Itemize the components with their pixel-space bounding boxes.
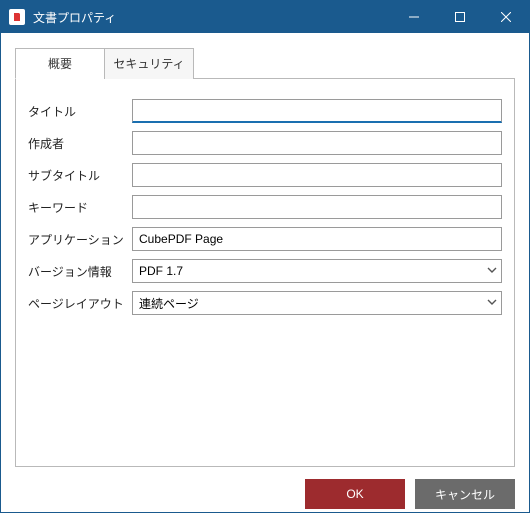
application-label: アプリケーション xyxy=(28,231,132,248)
tab-bar: 概要 セキュリティ xyxy=(15,47,515,79)
minimize-button[interactable] xyxy=(391,1,437,33)
titlebar: 文書プロパティ xyxy=(1,1,529,33)
app-icon xyxy=(9,9,25,25)
tab-overview[interactable]: 概要 xyxy=(15,48,105,79)
overview-panel: タイトル 作成者 サブタイトル キーワード アプリケーション xyxy=(15,79,515,467)
tab-security-label: セキュリティ xyxy=(113,57,184,71)
chevron-down-icon xyxy=(487,296,497,310)
keyword-input[interactable] xyxy=(132,195,502,219)
cancel-button[interactable]: キャンセル xyxy=(415,479,515,509)
maximize-button[interactable] xyxy=(437,1,483,33)
subtitle-label: サブタイトル xyxy=(28,167,132,184)
button-bar: OK キャンセル xyxy=(1,467,529,523)
layout-select[interactable]: 連続ページ xyxy=(132,291,502,315)
ok-button-label: OK xyxy=(346,487,363,501)
keyword-label: キーワード xyxy=(28,199,132,216)
tab-overview-label: 概要 xyxy=(48,57,72,71)
cancel-button-label: キャンセル xyxy=(435,486,495,503)
ok-button[interactable]: OK xyxy=(305,479,405,509)
version-select[interactable]: PDF 1.7 xyxy=(132,259,502,283)
title-label: タイトル xyxy=(28,103,132,120)
tab-security[interactable]: セキュリティ xyxy=(104,48,194,79)
layout-select-value: 連続ページ xyxy=(139,295,199,312)
title-input[interactable] xyxy=(132,99,502,123)
version-label: バージョン情報 xyxy=(28,263,132,280)
author-label: 作成者 xyxy=(28,135,132,152)
author-input[interactable] xyxy=(132,131,502,155)
application-input[interactable] xyxy=(132,227,502,251)
layout-label: ページレイアウト xyxy=(28,295,132,312)
window-title: 文書プロパティ xyxy=(33,9,116,26)
chevron-down-icon xyxy=(487,264,497,278)
version-select-value: PDF 1.7 xyxy=(139,264,183,278)
close-button[interactable] xyxy=(483,1,529,33)
subtitle-input[interactable] xyxy=(132,163,502,187)
